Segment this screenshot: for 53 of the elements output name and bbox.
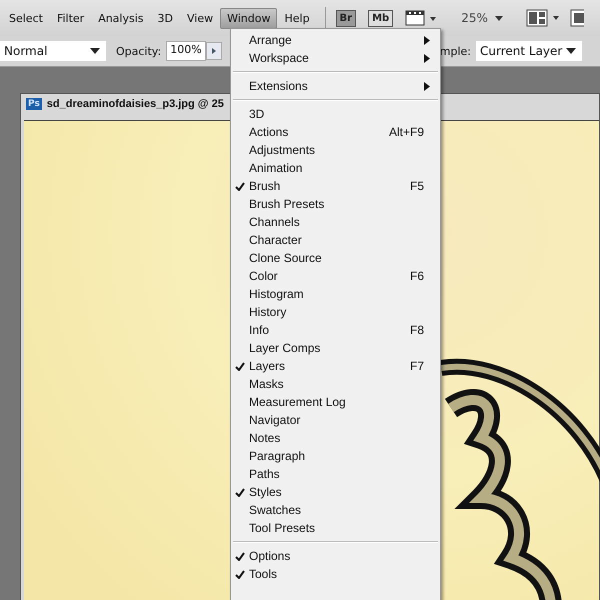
layout-grid-dropdown-icon[interactable]: [526, 9, 562, 27]
menu-option[interactable]: 3D: [231, 105, 440, 123]
app-launch-button[interactable]: Mb: [368, 10, 394, 26]
menu-item[interactable]: Filter: [50, 8, 92, 28]
menu-option[interactable]: Layer Comps: [231, 339, 440, 357]
sample-label: mple:: [440, 44, 471, 58]
menu-item[interactable]: View: [180, 8, 220, 28]
caret-icon: [90, 48, 100, 54]
zoom-level-dropdown[interactable]: 25%: [461, 11, 488, 25]
menu-option[interactable]: Paragraph: [231, 447, 440, 465]
menu-option[interactable]: History: [231, 303, 440, 321]
menu-item[interactable]: Analysis: [91, 8, 151, 28]
screen-mode-icon[interactable]: [570, 9, 584, 27]
menu-option[interactable]: Tool Presets: [231, 519, 440, 537]
sample-dropdown[interactable]: Current Layer: [476, 41, 582, 61]
menu-option[interactable]: Measurement Log: [231, 393, 440, 411]
menu-option[interactable]: Color F6: [231, 267, 440, 285]
menu-option[interactable]: Animation: [231, 159, 440, 177]
menu-option[interactable]: Actions Alt+F9: [231, 123, 440, 141]
opacity-field[interactable]: 100%: [166, 41, 206, 61]
caret-icon: [494, 14, 504, 22]
menu-option[interactable]: Histogram: [231, 285, 440, 303]
document-tab-title[interactable]: sd_dreaminofdaisies_p3.jpg @ 25: [46, 98, 224, 110]
slider-arrow-button[interactable]: [206, 42, 222, 60]
menu-option[interactable]: Brush F5: [231, 177, 440, 195]
menu-option[interactable]: Character: [231, 231, 440, 249]
submenu-arrow-icon: [424, 82, 430, 90]
menu-option[interactable]: Notes: [231, 429, 440, 447]
app-launch-button[interactable]: Br: [336, 10, 356, 26]
menu-item[interactable]: Help: [277, 8, 317, 28]
menu-option[interactable]: Info F8: [231, 321, 440, 339]
menu-option[interactable]: Tools: [231, 565, 440, 583]
app-badge-icon: Ps: [26, 98, 42, 110]
menu-option[interactable]: Workspace: [231, 49, 440, 67]
menu-option[interactable]: Clone Source: [231, 249, 440, 267]
menu-option[interactable]: Masks: [231, 375, 440, 393]
menu-option[interactable]: Styles: [231, 483, 440, 501]
caret-icon: [566, 48, 576, 54]
menu-item[interactable]: 3D: [150, 8, 180, 28]
menu-option[interactable]: Options: [231, 547, 440, 565]
menu-option[interactable]: Paths: [231, 465, 440, 483]
menu-option[interactable]: Swatches: [231, 501, 440, 519]
opacity-label: Opacity:: [116, 44, 162, 58]
menu-option[interactable]: Extensions: [231, 77, 440, 95]
menu-option[interactable]: Adjustments: [231, 141, 440, 159]
menu-item[interactable]: Select: [2, 8, 50, 28]
menu-item[interactable]: Window: [220, 8, 278, 28]
menu-option[interactable]: Layers F7: [231, 357, 440, 375]
menu-option[interactable]: Brush Presets: [231, 195, 440, 213]
menu-option[interactable]: Channels: [231, 213, 440, 231]
menu-option[interactable]: Navigator: [231, 411, 440, 429]
blend-mode-dropdown[interactable]: Normal: [0, 41, 106, 61]
menu-option[interactable]: Arrange: [231, 31, 440, 49]
